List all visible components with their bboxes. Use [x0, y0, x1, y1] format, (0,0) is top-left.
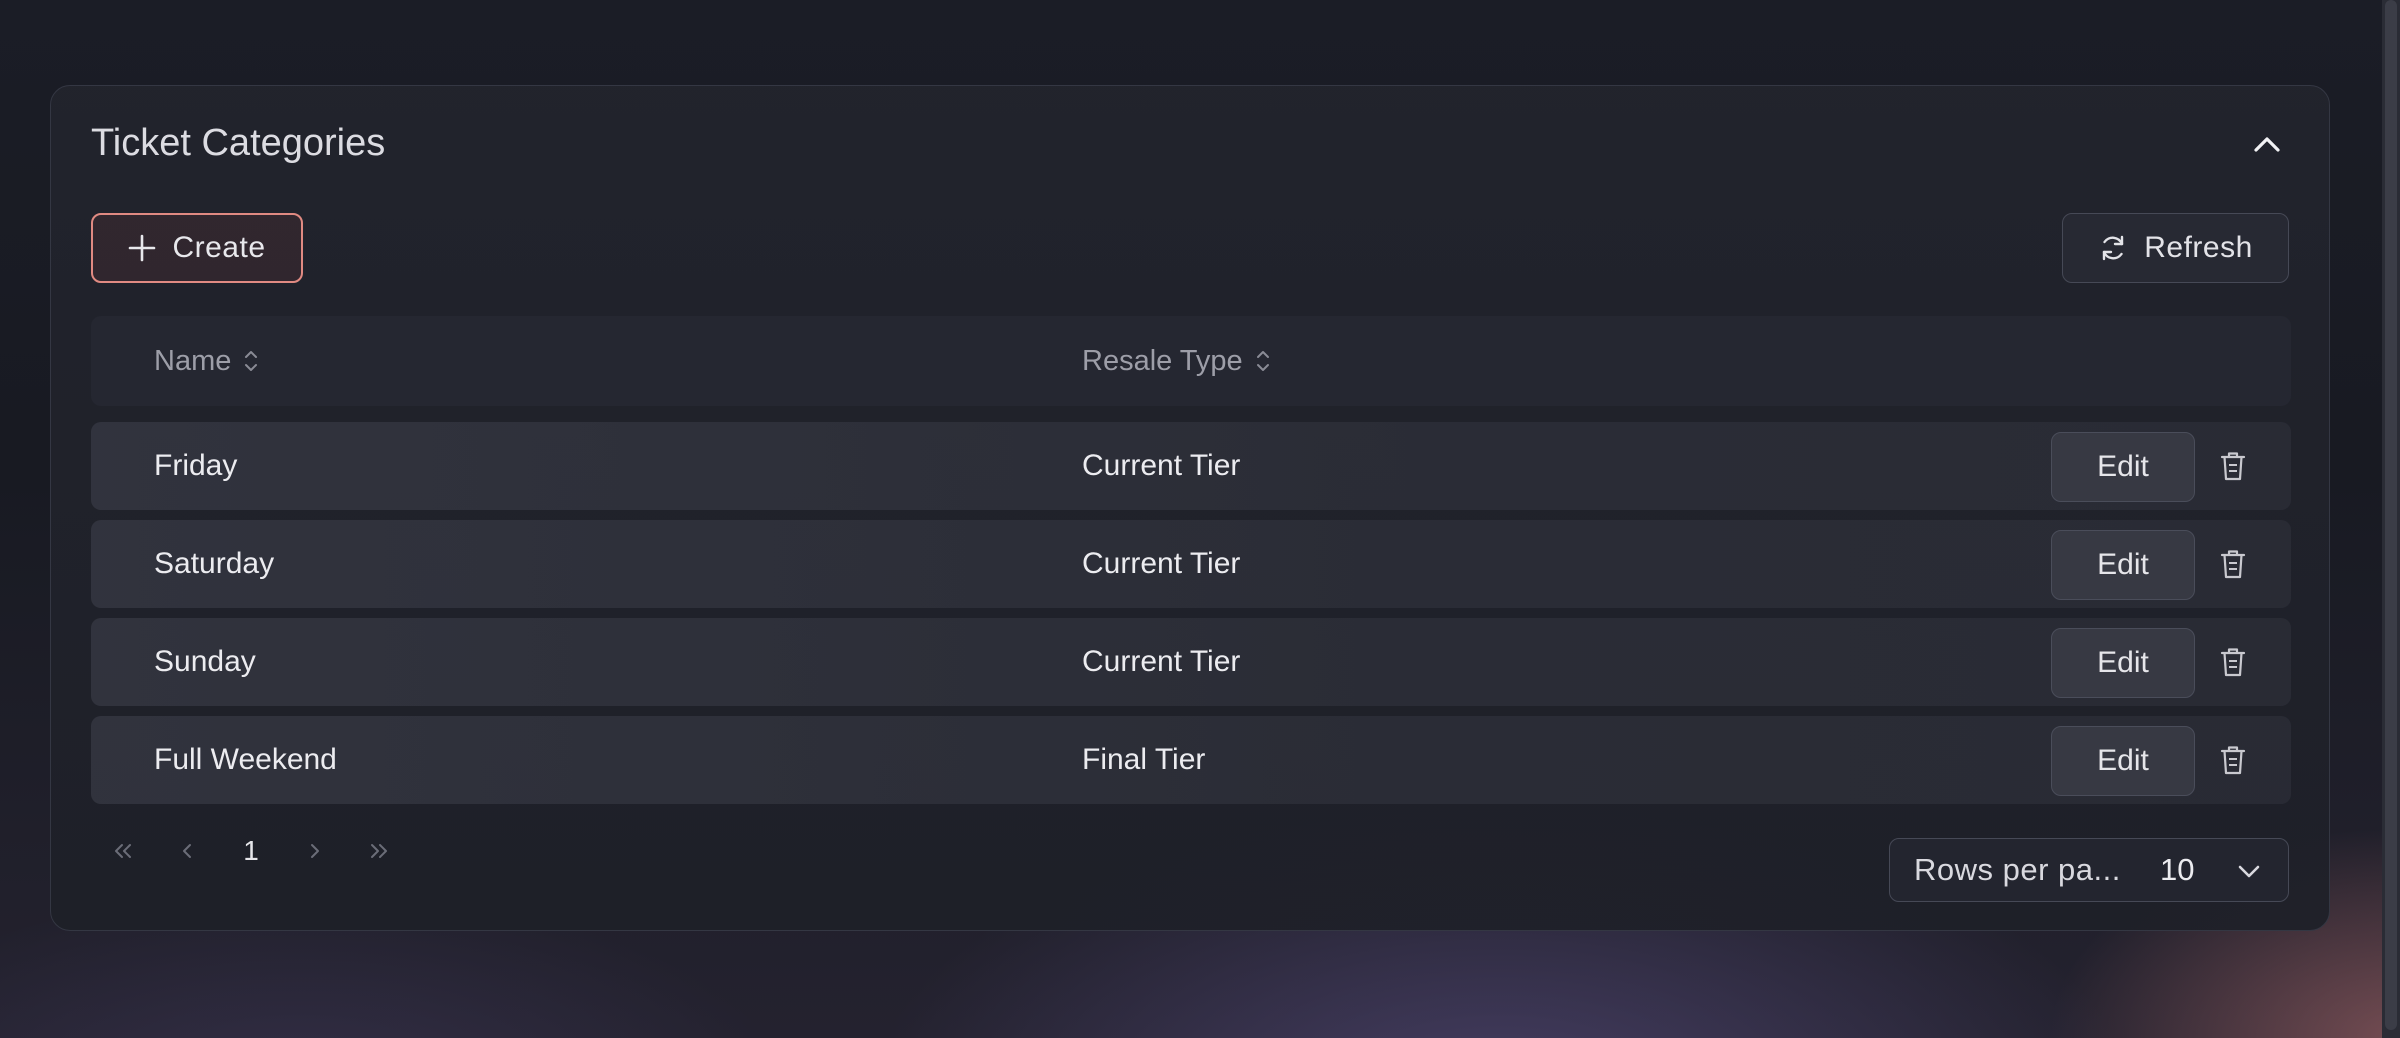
pagination: 1 [91, 821, 411, 881]
column-header-name[interactable]: Name [154, 316, 259, 406]
table-row: Friday Current Tier Edit [91, 422, 2291, 510]
chevron-right-icon [311, 844, 319, 858]
sort-icon [243, 347, 259, 375]
trash-icon [2220, 550, 2246, 579]
cell-name: Full Weekend [154, 743, 337, 776]
last-page-button[interactable] [347, 821, 411, 881]
page-scrollbar[interactable] [2382, 0, 2400, 1038]
next-page-button[interactable] [283, 821, 347, 881]
delete-button[interactable] [2209, 540, 2257, 588]
cell-resale-type: Current Tier [1082, 645, 1241, 678]
ticket-categories-card: Ticket Categories Create Refresh Name Re… [50, 85, 2330, 931]
rows-per-page-select[interactable]: Rows per pa... 10 [1889, 838, 2289, 902]
first-page-button[interactable] [91, 821, 155, 881]
table-header: Name Resale Type [91, 316, 2291, 406]
chevron-left-icon [183, 844, 191, 858]
delete-button[interactable] [2209, 736, 2257, 784]
refresh-button[interactable]: Refresh [2062, 213, 2289, 283]
trash-icon [2220, 746, 2246, 775]
sort-icon [1255, 347, 1271, 375]
previous-page-button[interactable] [155, 821, 219, 881]
edit-button[interactable]: Edit [2051, 530, 2195, 600]
chevron-up-icon [2254, 137, 2280, 152]
scrollbar-thumb[interactable] [2385, 0, 2397, 1030]
refresh-label: Refresh [2144, 231, 2253, 264]
table-row: Saturday Current Tier Edit [91, 520, 2291, 608]
column-header-label: Resale Type [1082, 344, 1243, 377]
trash-icon [2220, 648, 2246, 677]
refresh-icon [2098, 233, 2128, 263]
rows-per-page-value: 10 [2160, 852, 2195, 887]
table-row: Sunday Current Tier Edit [91, 618, 2291, 706]
cell-name: Saturday [154, 547, 275, 580]
column-header-resale-type[interactable]: Resale Type [1082, 316, 1271, 406]
edit-button[interactable]: Edit [2051, 726, 2195, 796]
table-row: Full Weekend Final Tier Edit [91, 716, 2291, 804]
plus-icon [128, 234, 156, 262]
chevron-down-icon [2236, 857, 2262, 890]
create-button[interactable]: Create [91, 213, 303, 283]
chevrons-left-icon [115, 844, 131, 858]
rows-per-page-label: Rows per pa... [1914, 852, 2121, 887]
card-title: Ticket Categories [91, 122, 386, 164]
collapse-button[interactable] [2245, 122, 2289, 166]
cell-resale-type: Current Tier [1082, 547, 1241, 580]
cell-resale-type: Final Tier [1082, 743, 1206, 776]
cell-name: Friday [154, 449, 238, 482]
delete-button[interactable] [2209, 638, 2257, 686]
cell-name: Sunday [154, 645, 256, 678]
column-header-label: Name [154, 344, 232, 377]
trash-icon [2220, 452, 2246, 481]
edit-button[interactable]: Edit [2051, 628, 2195, 698]
chevrons-right-icon [371, 844, 387, 858]
cell-resale-type: Current Tier [1082, 449, 1241, 482]
edit-button[interactable]: Edit [2051, 432, 2195, 502]
delete-button[interactable] [2209, 442, 2257, 490]
current-page[interactable]: 1 [219, 821, 283, 881]
create-label: Create [172, 231, 266, 264]
